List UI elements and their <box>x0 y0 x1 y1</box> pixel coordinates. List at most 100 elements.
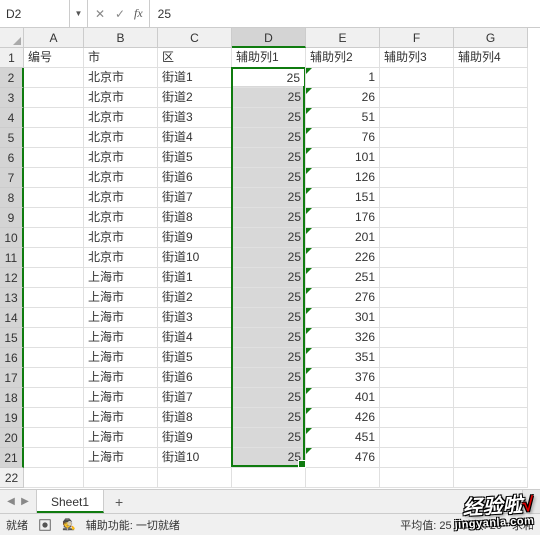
cell[interactable] <box>454 328 528 348</box>
fx-icon[interactable]: fx <box>130 6 147 21</box>
row-header[interactable]: 1 <box>0 48 24 68</box>
cell[interactable] <box>454 128 528 148</box>
cell[interactable]: 北京市 <box>84 168 158 188</box>
cell[interactable]: 辅助列4 <box>454 48 528 68</box>
cell[interactable]: 176 <box>306 208 380 228</box>
row-header[interactable]: 9 <box>0 208 24 228</box>
cell[interactable]: 街道7 <box>158 188 232 208</box>
cell[interactable] <box>380 468 454 488</box>
accessibility-icon[interactable]: 🕵 <box>62 518 76 531</box>
cell[interactable]: 上海市 <box>84 268 158 288</box>
cell[interactable]: 街道1 <box>158 68 232 88</box>
cell[interactable]: 25 <box>232 348 306 368</box>
cell[interactable] <box>380 328 454 348</box>
cell[interactable]: 26 <box>306 88 380 108</box>
cell[interactable]: 25 <box>232 208 306 228</box>
column-header[interactable]: A <box>24 28 84 48</box>
cell[interactable]: 北京市 <box>84 228 158 248</box>
row-header[interactable]: 5 <box>0 128 24 148</box>
cells-area[interactable]: 编号市区辅助列1辅助列2辅助列3辅助列4北京市街道1251北京市街道22526北… <box>24 48 540 488</box>
cell[interactable] <box>380 168 454 188</box>
column-header[interactable]: E <box>306 28 380 48</box>
cell[interactable] <box>24 168 84 188</box>
sheet-tab-active[interactable]: Sheet1 <box>37 490 104 513</box>
column-header[interactable]: G <box>454 28 528 48</box>
cell[interactable] <box>454 428 528 448</box>
cell[interactable] <box>454 88 528 108</box>
row-header[interactable]: 7 <box>0 168 24 188</box>
column-header[interactable]: B <box>84 28 158 48</box>
cell[interactable] <box>232 468 306 488</box>
cell[interactable] <box>454 308 528 328</box>
row-header[interactable]: 8 <box>0 188 24 208</box>
cell[interactable]: 街道5 <box>158 348 232 368</box>
cell[interactable]: 301 <box>306 308 380 328</box>
cell[interactable]: 街道1 <box>158 268 232 288</box>
cell[interactable] <box>24 108 84 128</box>
cell[interactable]: 25 <box>232 268 306 288</box>
cell[interactable] <box>454 68 528 88</box>
cell[interactable]: 25 <box>232 448 306 468</box>
row-header[interactable]: 4 <box>0 108 24 128</box>
cell[interactable]: 251 <box>306 268 380 288</box>
cell[interactable]: 街道10 <box>158 448 232 468</box>
cell[interactable] <box>84 468 158 488</box>
cell[interactable]: 编号 <box>24 48 84 68</box>
cell[interactable]: 街道3 <box>158 308 232 328</box>
cell[interactable]: 北京市 <box>84 208 158 228</box>
cell[interactable] <box>24 388 84 408</box>
cell[interactable] <box>454 188 528 208</box>
cell[interactable]: 25 <box>232 288 306 308</box>
cell[interactable]: 101 <box>306 148 380 168</box>
row-header[interactable]: 21 <box>0 448 24 468</box>
cell[interactable] <box>454 408 528 428</box>
row-header[interactable]: 12 <box>0 268 24 288</box>
cell[interactable] <box>24 88 84 108</box>
cell[interactable]: 51 <box>306 108 380 128</box>
cell[interactable]: 上海市 <box>84 348 158 368</box>
cell[interactable] <box>454 388 528 408</box>
name-box[interactable]: D2 <box>0 0 70 27</box>
row-header[interactable]: 18 <box>0 388 24 408</box>
cell[interactable]: 25 <box>232 228 306 248</box>
cell[interactable]: 上海市 <box>84 428 158 448</box>
cancel-icon[interactable]: ✕ <box>90 0 110 27</box>
cell[interactable]: 街道4 <box>158 328 232 348</box>
cell[interactable]: 276 <box>306 288 380 308</box>
cell[interactable] <box>24 268 84 288</box>
cell[interactable]: 25 <box>232 108 306 128</box>
cell[interactable] <box>380 188 454 208</box>
cell[interactable]: 25 <box>232 328 306 348</box>
cell[interactable]: 街道4 <box>158 128 232 148</box>
add-sheet-button[interactable]: + <box>104 490 134 513</box>
cell[interactable]: 226 <box>306 248 380 268</box>
name-box-dropdown-icon[interactable]: ▼ <box>70 0 88 27</box>
cell[interactable]: 上海市 <box>84 288 158 308</box>
cell[interactable] <box>380 368 454 388</box>
cell[interactable]: 201 <box>306 228 380 248</box>
cell[interactable] <box>306 468 380 488</box>
cell[interactable] <box>158 468 232 488</box>
cell[interactable]: 上海市 <box>84 328 158 348</box>
cell[interactable] <box>454 148 528 168</box>
cell[interactable]: 北京市 <box>84 248 158 268</box>
cell[interactable]: 上海市 <box>84 308 158 328</box>
cell[interactable]: 上海市 <box>84 368 158 388</box>
cell[interactable] <box>24 228 84 248</box>
cell[interactable] <box>380 128 454 148</box>
cell[interactable]: 上海市 <box>84 448 158 468</box>
cell[interactable] <box>380 228 454 248</box>
cell[interactable] <box>380 148 454 168</box>
cell[interactable] <box>380 428 454 448</box>
cell[interactable]: 25 <box>232 148 306 168</box>
row-header[interactable]: 13 <box>0 288 24 308</box>
cell[interactable] <box>24 308 84 328</box>
cell[interactable] <box>380 88 454 108</box>
cell[interactable]: 476 <box>306 448 380 468</box>
tab-prev-icon[interactable]: ◀ <box>4 496 18 507</box>
accept-icon[interactable]: ✓ <box>110 0 130 27</box>
cell[interactable]: 25 <box>232 428 306 448</box>
cell[interactable]: 25 <box>232 168 306 188</box>
cell[interactable]: 376 <box>306 368 380 388</box>
cell[interactable] <box>24 148 84 168</box>
